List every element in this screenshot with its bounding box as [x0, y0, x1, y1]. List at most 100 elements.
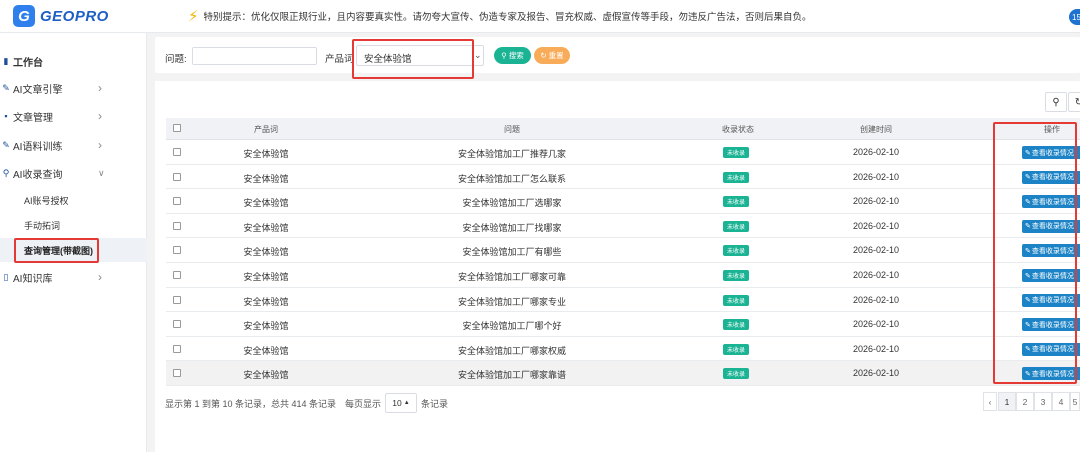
chevron-down-icon: ∨	[98, 168, 105, 178]
sidebar-item-ai-knowledge-base[interactable]: ▯ AI知识库 ›	[0, 263, 147, 291]
sidebar-item-label: AI收录查询	[13, 169, 63, 181]
cell-question: 安全体验馆加工厂哪家靠谱	[457, 370, 567, 381]
pagination-page-1[interactable]: 1	[998, 392, 1016, 411]
table-header: 产品词 问题 收录状态 创建时间 操作	[166, 118, 1080, 140]
cell-question: 安全体验馆加工厂哪家权威	[457, 345, 567, 356]
sidebar-item-ai-article-engine[interactable]: ✎ AI文章引擎 ›	[0, 74, 147, 102]
logo-mark: G	[13, 5, 35, 27]
cell-product: 安全体验馆	[243, 370, 289, 381]
column-header-product: 产品词	[254, 125, 278, 134]
per-page-label: 每页显示	[345, 399, 382, 409]
logo[interactable]: G GEOPRO	[13, 5, 188, 27]
caret-up-icon: ▲	[403, 400, 410, 406]
pagination-page-4[interactable]: 4	[1052, 392, 1070, 411]
question-label: 问题:	[165, 54, 187, 65]
row-checkbox[interactable]	[173, 148, 181, 156]
page-size-select[interactable]: 10 ▲	[385, 393, 417, 413]
cell-question: 安全体验馆加工厂哪个好	[462, 321, 562, 332]
row-checkbox[interactable]	[173, 344, 181, 353]
cell-created: 2026-02-10	[852, 196, 900, 207]
cell-created: 2026-02-10	[852, 319, 900, 330]
cell-question: 安全体验馆加工厂哪家专业	[457, 296, 567, 307]
chevron-right-icon: ›	[98, 138, 102, 152]
table-row[interactable]: 安全体验馆 安全体验馆加工厂推荐几家 未收录 2026-02-10 ✎ 查看收录情况	[166, 140, 1080, 165]
row-checkbox[interactable]	[173, 221, 181, 230]
cell-created: 2026-02-10	[852, 171, 900, 182]
row-checkbox[interactable]	[173, 271, 181, 279]
chevron-right-icon: ›	[98, 270, 102, 284]
cell-product: 安全体验馆	[243, 198, 289, 209]
table-row[interactable]: 安全体验馆 安全体验馆加工厂找哪家 未收录 2026-02-10 ✎ 查看收录情况	[166, 213, 1080, 239]
status-badge: 未收录	[723, 196, 749, 208]
sidebar-item-ai-index-query[interactable]: ⚲ AI收录查询 ∨	[0, 159, 147, 187]
row-checkbox[interactable]	[173, 246, 181, 255]
cell-question: 安全体验馆加工厂怎么联系	[457, 173, 567, 184]
row-checkbox[interactable]	[173, 369, 181, 378]
column-header-question: 问题	[504, 125, 520, 134]
sidebar-item-ai-corpus-training[interactable]: ✎ AI语料训练 ›	[0, 131, 147, 159]
sidebar-item-label: 文章管理	[13, 112, 53, 124]
pen-icon: ✎	[2, 82, 10, 93]
cell-product: 安全体验馆	[243, 345, 289, 356]
table-row[interactable]: 安全体验馆 安全体验馆加工厂选哪家 未收录 2026-02-10 ✎ 查看收录情况	[166, 189, 1080, 214]
cell-created: 2026-02-10	[852, 270, 900, 280]
row-checkbox[interactable]	[173, 320, 181, 329]
table-search-button[interactable]: ⚲	[1045, 92, 1067, 112]
cell-product: 安全体验馆	[243, 149, 289, 159]
search-icon: ⚲	[501, 51, 507, 60]
sidebar-item-label: 工作台	[13, 57, 43, 69]
row-checkbox[interactable]	[173, 197, 181, 206]
cell-product: 安全体验馆	[243, 173, 289, 184]
document-icon: ▪	[4, 111, 8, 121]
cell-question: 安全体验馆加工厂推荐几家	[457, 149, 567, 159]
table-row[interactable]: 安全体验馆 安全体验馆加工厂哪家可靠 未收录 2026-02-10 ✎ 查看收录情况	[166, 263, 1080, 288]
table-row[interactable]: 安全体验馆 安全体验馆加工厂哪家专业 未收录 2026-02-10 ✎ 查看收录情况	[166, 287, 1080, 313]
user-avatar[interactable]: 15	[1069, 9, 1080, 25]
table-row[interactable]: 安全体验馆 安全体验馆加工厂怎么联系 未收录 2026-02-10 ✎ 查看收录情况	[166, 164, 1080, 190]
sidebar-item-article-management[interactable]: ▪ 文章管理 ›	[0, 102, 147, 130]
refresh-icon: ↻	[540, 51, 547, 60]
logo-text: GEOPRO	[40, 7, 109, 25]
cell-created: 2026-02-10	[852, 220, 900, 231]
pagination-prev[interactable]: ‹	[983, 392, 997, 411]
search-button[interactable]: ⚲ 搜索	[494, 47, 531, 64]
chevron-right-icon: ›	[98, 81, 102, 95]
table-row[interactable]: 安全体验馆 安全体验馆加工厂哪家权威 未收录 2026-02-10 ✎ 查看收录情况	[166, 336, 1080, 362]
cell-created: 2026-02-10	[852, 147, 900, 157]
table-row[interactable]: 安全体验馆 安全体验馆加工厂哪个好 未收录 2026-02-10 ✎ 查看收录情况	[166, 312, 1080, 337]
column-header-status: 收录状态	[722, 125, 754, 134]
cell-question: 安全体验馆加工厂有哪些	[462, 247, 562, 258]
sidebar-subitem-manual-keyword[interactable]: 手动拓词	[0, 213, 147, 237]
status-badge: 未收录	[723, 319, 749, 331]
table-row[interactable]: 安全体验馆 安全体验馆加工厂有哪些 未收录 2026-02-10 ✎ 查看收录情况	[166, 238, 1080, 263]
cell-product: 安全体验馆	[243, 222, 289, 233]
sidebar-subitem-label: 手动拓词	[24, 220, 61, 231]
pagination-page-3[interactable]: 3	[1034, 392, 1052, 411]
pagination-page-5[interactable]: 5	[1070, 392, 1080, 411]
pagination-summary: 显示第 1 到第 10 条记录，总共 414 条记录	[165, 399, 337, 409]
app: G GEOPRO ⚡ 特别提示：优化仅限正规行业，且内容要真实性。请勿夸大宣传、…	[0, 0, 1080, 452]
search-icon: ⚲	[1052, 96, 1060, 108]
notice-text: 特别提示：优化仅限正规行业，且内容要真实性。请勿夸大宣传、伪造专家及报告、冒充权…	[203, 12, 812, 23]
status-badge: 未收录	[723, 368, 749, 380]
select-all-checkbox[interactable]	[173, 124, 181, 132]
cell-question: 安全体验馆加工厂找哪家	[462, 222, 562, 233]
table-refresh-button[interactable]: ↻	[1068, 92, 1080, 112]
chevron-down-icon: ⌄	[474, 50, 482, 60]
question-input[interactable]	[192, 47, 317, 65]
search-icon: ⚲	[2, 167, 10, 178]
highlight-box-actions	[993, 122, 1077, 384]
table-row[interactable]: 安全体验馆 安全体验馆加工厂哪家靠谱 未收录 2026-02-10 ✎ 查看收录情况	[166, 361, 1080, 386]
book-icon: ▯	[3, 271, 9, 282]
row-checkbox[interactable]	[173, 295, 181, 304]
pen-icon: ✎	[2, 139, 10, 150]
pagination-page-2[interactable]: 2	[1016, 392, 1034, 411]
cell-created: 2026-02-10	[852, 245, 900, 256]
sidebar-subitem-ai-account-auth[interactable]: AI账号授权	[0, 188, 147, 212]
sidebar-item-workbench[interactable]: ▮ 工作台	[0, 47, 147, 75]
reset-button[interactable]: ↻ 重置	[534, 47, 570, 64]
bar-chart-icon: ▮	[3, 55, 9, 66]
cell-product: 安全体验馆	[243, 321, 289, 332]
row-checkbox[interactable]	[173, 172, 181, 181]
cell-product: 安全体验馆	[243, 296, 289, 307]
